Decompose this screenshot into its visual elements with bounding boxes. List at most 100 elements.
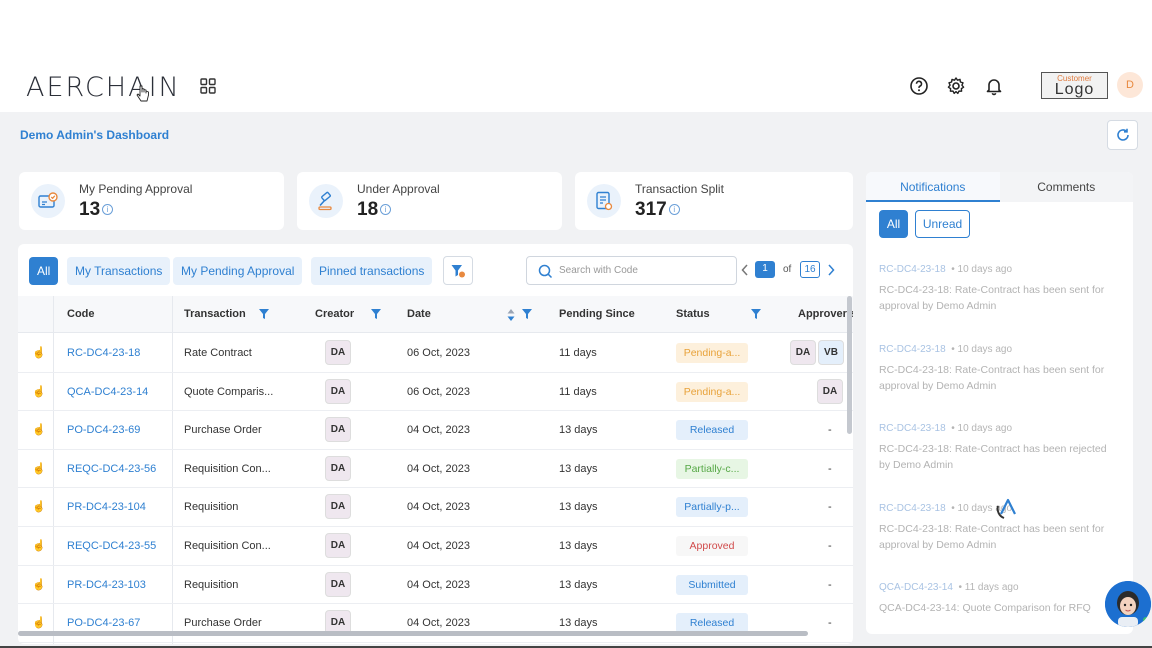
customer-logo: Customer Logo	[1041, 72, 1108, 99]
transaction-code-link[interactable]: PR-DC4-23-103	[67, 579, 146, 591]
pin-icon[interactable]: ☝	[32, 462, 46, 475]
creator-avatar[interactable]: DA	[325, 340, 351, 365]
notification-meta: RC-DC4-23-18 • 10 days ago	[879, 264, 1013, 275]
notification-meta: RC-DC4-23-18 • 10 days ago	[879, 423, 1013, 434]
creator-avatar[interactable]: DA	[325, 417, 351, 443]
app-header: AERCHAIN Customer Logo D	[0, 60, 1152, 112]
pin-icon[interactable]: ☝	[32, 616, 46, 629]
filter-tab-my-transactions[interactable]: My Transactions	[67, 257, 171, 285]
user-avatar[interactable]: D	[1117, 72, 1143, 98]
pin-icon[interactable]: ☝	[32, 500, 46, 513]
search-box[interactable]	[526, 256, 737, 285]
table-row[interactable]: ☝ PR-DC4-23-104 Requisition DA 04 Oct, 2…	[18, 488, 853, 527]
sort-icon[interactable]	[507, 309, 515, 321]
gavel-icon	[309, 184, 343, 218]
apps-grid-icon[interactable]	[200, 78, 216, 94]
pending-since: 13 days	[559, 578, 598, 591]
card-under-approval[interactable]: Under Approval 18 i	[297, 172, 562, 230]
aerchain-logo[interactable]: AERCHAIN	[26, 72, 181, 103]
transaction-date: 04 Oct, 2023	[407, 424, 470, 437]
creator-avatar[interactable]: DA	[325, 455, 351, 481]
column-header-approvers: Approver(s	[798, 308, 853, 320]
pin-icon[interactable]: ☝	[32, 423, 46, 436]
info-icon[interactable]: i	[380, 204, 392, 216]
creator-avatar[interactable]: DA	[325, 378, 351, 404]
pin-icon[interactable]: ☝	[32, 385, 46, 398]
notif-filter-all[interactable]: All	[879, 210, 908, 238]
table-row[interactable]: ☝ REQC-DC4-23-55 Requisition Con... DA 0…	[18, 527, 853, 566]
top-whitespace	[0, 0, 1152, 60]
transaction-code-link[interactable]: RC-DC4-23-18	[67, 347, 140, 359]
status-badge: Released	[676, 420, 748, 441]
approver-avatar[interactable]: DA	[817, 378, 843, 404]
column-filter-icon[interactable]	[522, 309, 532, 319]
column-header-status: Status	[676, 308, 710, 320]
transaction-code-link[interactable]: PO-DC4-23-69	[67, 424, 140, 436]
tab-comments[interactable]: Comments	[999, 172, 1133, 202]
approver-avatar[interactable]: VB	[818, 340, 844, 365]
creator-avatar[interactable]: DA	[325, 533, 351, 558]
filter-tab-all[interactable]: All	[29, 257, 59, 285]
column-filter-icon[interactable]	[371, 309, 381, 319]
filter-tab-my-pending-approval[interactable]: My Pending Approval	[173, 257, 303, 285]
loading-spinner-icon	[996, 498, 1016, 519]
settings-gear-icon[interactable]	[946, 76, 966, 96]
notification-item[interactable]: QCA-DC4-23-14 • 11 days ago QCA-DC4-23-1…	[879, 582, 1119, 616]
filter-tab-pinned-transactions[interactable]: Pinned transactions	[311, 257, 433, 285]
notification-code[interactable]: RC-DC4-23-18	[879, 344, 946, 355]
table-row[interactable]: ☝ PR-DC4-23-103 Requisition DA 04 Oct, 2…	[18, 566, 853, 605]
notification-item[interactable]: RC-DC4-23-18 • 10 days ago RC-DC4-23-18:…	[879, 264, 1119, 314]
notif-filter-unread[interactable]: Unread	[915, 210, 970, 238]
card-label: Transaction Split	[635, 182, 724, 196]
search-input[interactable]	[559, 257, 729, 284]
notification-code[interactable]: RC-DC4-23-18	[879, 503, 946, 514]
notification-code[interactable]: QCA-DC4-23-14	[879, 582, 953, 593]
pin-icon[interactable]: ☝	[32, 539, 46, 552]
transaction-date: 04 Oct, 2023	[407, 501, 470, 514]
notification-time: 10 days ago	[957, 423, 1013, 434]
horizontal-scrollbar[interactable]	[18, 631, 808, 636]
notification-message: RC-DC4-23-18: Rate-Contract has been sen…	[879, 363, 1105, 392]
info-icon[interactable]: i	[102, 204, 114, 216]
notification-code[interactable]: RC-DC4-23-18	[879, 264, 946, 275]
tab-notifications[interactable]: Notifications	[866, 172, 1000, 202]
chevron-right-icon[interactable]	[827, 264, 835, 276]
chat-assistant-button[interactable]	[1105, 581, 1151, 627]
transaction-code-link[interactable]: PO-DC4-23-67	[67, 617, 140, 629]
table-row[interactable]: ☝ PO-DC4-23-67 Purchase Order DA 04 Oct,…	[18, 604, 853, 643]
status-badge: Partially-p...	[676, 497, 748, 518]
transaction-code-link[interactable]: REQC-DC4-23-55	[67, 540, 156, 552]
info-icon[interactable]: i	[668, 204, 680, 216]
card-transaction-split[interactable]: Transaction Split 317 i	[575, 172, 853, 230]
table-row[interactable]: ☝ REQC-DC4-23-56 Requisition Con... DA 0…	[18, 450, 853, 489]
table-row[interactable]: ☝ PO-DC4-23-69 Purchase Order DA 04 Oct,…	[18, 411, 853, 450]
creator-avatar[interactable]: DA	[325, 571, 351, 597]
transaction-code-link[interactable]: REQC-DC4-23-56	[67, 463, 156, 475]
pin-icon[interactable]: ☝	[32, 578, 46, 591]
approver-avatar[interactable]: DA	[790, 340, 816, 365]
creator-avatar[interactable]: DA	[325, 494, 351, 520]
notification-item[interactable]: RC-DC4-23-18 • 10 days ago RC-DC4-23-18:…	[879, 344, 1119, 394]
card-my-pending-approval[interactable]: My Pending Approval 13 i	[19, 172, 284, 230]
advanced-filter-button[interactable]	[443, 256, 473, 285]
column-filter-icon[interactable]	[751, 309, 761, 319]
table-row[interactable]: ☝ RC-DC4-23-18 Rate Contract DA 06 Oct, …	[18, 334, 853, 373]
chevron-left-icon[interactable]	[741, 264, 749, 276]
notification-bell-icon[interactable]	[984, 76, 1004, 96]
approvers-empty: -	[828, 578, 832, 591]
table-row[interactable]: ☝ QCA-DC4-23-14 Quote Comparis... DA 06 …	[18, 373, 853, 412]
transaction-code-link[interactable]: PR-DC4-23-104	[67, 501, 146, 513]
mouse-cursor-icon	[136, 85, 149, 102]
notification-code[interactable]: RC-DC4-23-18	[879, 423, 946, 434]
pin-icon[interactable]: ☝	[32, 346, 46, 359]
help-icon[interactable]	[909, 76, 929, 96]
column-filter-icon[interactable]	[259, 309, 269, 319]
approvers-empty: -	[828, 540, 832, 552]
vertical-scrollbar[interactable]	[847, 296, 852, 434]
transaction-type: Requisition Con...	[184, 540, 271, 552]
pending-since: 13 days	[559, 462, 598, 475]
current-page[interactable]: 1	[755, 261, 775, 278]
refresh-button[interactable]	[1107, 120, 1138, 150]
notification-item[interactable]: RC-DC4-23-18 • 10 days ago RC-DC4-23-18:…	[879, 423, 1119, 473]
transaction-code-link[interactable]: QCA-DC4-23-14	[67, 386, 148, 398]
